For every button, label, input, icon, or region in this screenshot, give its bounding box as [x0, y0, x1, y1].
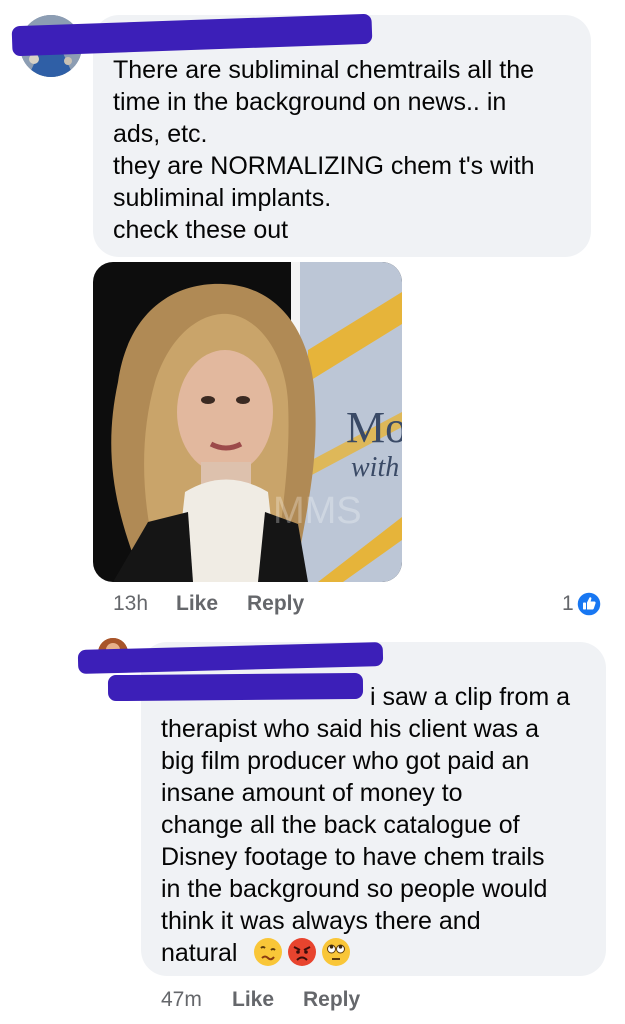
comment-timestamp[interactable]: 13h	[113, 592, 148, 616]
angry-face-icon	[287, 937, 317, 967]
author-name-redaction	[107, 672, 364, 702]
watermark-text: MMS	[273, 490, 362, 532]
like-button[interactable]: Like	[176, 592, 218, 616]
reaction-summary[interactable]: 1	[562, 590, 602, 618]
reply-button[interactable]: Reply	[303, 988, 360, 1012]
comment-text: therapist who said his client was a big …	[161, 715, 548, 967]
comment-timestamp[interactable]: 47m	[161, 988, 202, 1012]
comment-text: There are subliminal chemtrails all the …	[113, 56, 535, 244]
emoji-row	[253, 937, 351, 969]
comment-image-attachment[interactable]: Mo with MMS	[93, 262, 402, 582]
reaction-count: 1	[562, 592, 574, 615]
like-thumb-icon	[575, 591, 602, 617]
woozy-face-icon	[253, 937, 283, 967]
overlay-text-line1: Mo	[346, 403, 402, 452]
overlay-text-line2: with	[351, 452, 400, 483]
like-button[interactable]: Like	[232, 988, 274, 1012]
eye-roll-face-icon	[321, 937, 351, 967]
reply-button[interactable]: Reply	[247, 592, 304, 616]
comment-text-line1: i saw a clip from a	[370, 683, 571, 711]
